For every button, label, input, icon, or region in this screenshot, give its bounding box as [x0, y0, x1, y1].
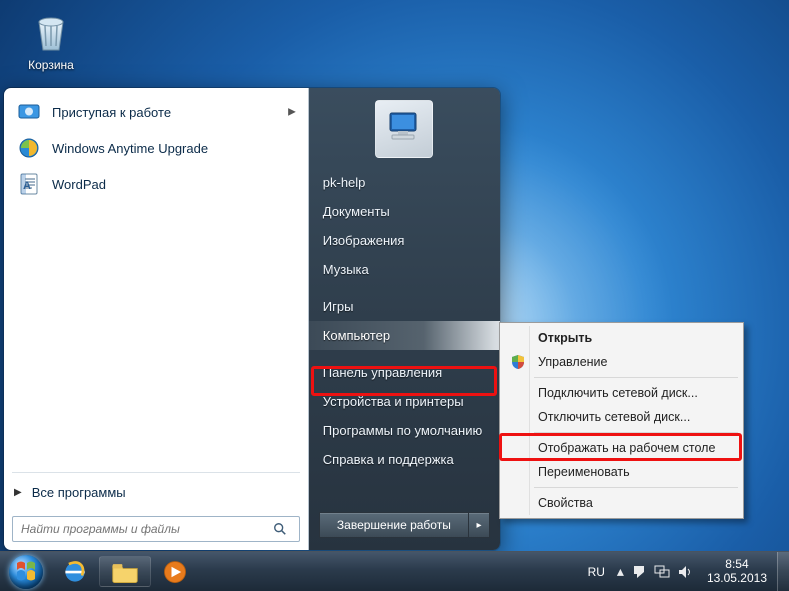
file-explorer-icon [111, 560, 139, 584]
volume-icon[interactable] [678, 565, 693, 579]
shutdown-split-button: Завершение работы ▸ [319, 512, 490, 538]
language-indicator[interactable]: RU [584, 565, 609, 579]
start-menu-item-getting-started[interactable]: Приступая к работе ▶ [8, 94, 304, 130]
right-item-devices-printers[interactable]: Устройства и принтеры [309, 387, 500, 416]
anytime-upgrade-icon [16, 135, 42, 161]
user-picture-frame[interactable] [375, 100, 433, 158]
start-menu-item-label: WordPad [52, 177, 106, 192]
start-menu-search [4, 508, 308, 550]
start-menu-item-label: Windows Anytime Upgrade [52, 141, 208, 156]
taskbar-button-explorer[interactable] [99, 556, 151, 587]
shutdown-button[interactable]: Завершение работы [319, 512, 468, 538]
start-menu: Приступая к работе ▶ Windows Anytime Upg… [3, 87, 501, 551]
start-menu-all-programs[interactable]: ▶ Все программы [4, 477, 308, 508]
internet-explorer-icon [61, 558, 89, 586]
ctx-item-manage[interactable]: Управление [504, 350, 740, 374]
all-programs-arrow-icon: ▶ [14, 487, 22, 498]
start-menu-right-pane: pk-help Документы Изображения Музыка Игр… [309, 88, 500, 550]
svg-text:A: A [23, 180, 31, 192]
right-item-control-panel[interactable]: Панель управления [309, 358, 500, 387]
search-icon[interactable] [273, 522, 299, 536]
clock-date: 13.05.2013 [707, 572, 767, 586]
start-menu-right-list: pk-help Документы Изображения Музыка Игр… [309, 168, 500, 506]
ctx-label: Управление [538, 355, 608, 369]
clock-time: 8:54 [707, 558, 767, 572]
media-player-icon [161, 558, 189, 586]
right-item-pictures[interactable]: Изображения [309, 226, 500, 255]
right-item-games[interactable]: Игры [309, 292, 500, 321]
start-menu-item-anytime-upgrade[interactable]: Windows Anytime Upgrade [8, 130, 304, 166]
search-input[interactable] [13, 522, 273, 536]
start-button[interactable] [0, 552, 52, 591]
tray-show-hidden-icon[interactable]: ▴ [617, 563, 624, 580]
ctx-label: Открыть [538, 331, 592, 345]
recycle-bin-icon [27, 8, 75, 56]
start-menu-program-list: Приступая к работе ▶ Windows Anytime Upg… [4, 88, 308, 468]
submenu-arrow-icon: ▶ [288, 107, 296, 118]
ctx-label: Переименовать [538, 465, 630, 479]
taskbar: RU ▴ 8:54 13.05.2013 [0, 551, 789, 591]
show-desktop-button[interactable] [777, 552, 789, 591]
ctx-label: Отображать на рабочем столе [538, 441, 715, 455]
right-item-documents[interactable]: Документы [309, 197, 500, 226]
action-center-icon[interactable] [632, 565, 646, 579]
computer-monitor-icon [382, 107, 426, 151]
windows-orb-icon [9, 555, 43, 589]
right-item-computer[interactable]: Компьютер [309, 321, 500, 350]
right-item-user[interactable]: pk-help [309, 168, 500, 197]
right-item-default-programs[interactable]: Программы по умолчанию [309, 416, 500, 445]
separator [534, 377, 738, 378]
ctx-item-open[interactable]: Открыть [504, 326, 740, 350]
network-icon[interactable] [654, 565, 670, 579]
system-tray: RU ▴ 8:54 13.05.2013 [574, 552, 777, 591]
separator [12, 472, 300, 473]
search-box[interactable] [12, 516, 300, 542]
recycle-bin-label: Корзина [14, 58, 88, 72]
all-programs-label: Все программы [32, 485, 126, 500]
wordpad-icon: A [16, 171, 42, 197]
start-menu-item-wordpad[interactable]: A WordPad [8, 166, 304, 202]
ctx-item-show-on-desktop[interactable]: Отображать на рабочем столе [504, 436, 740, 460]
getting-started-icon [16, 99, 42, 125]
ctx-label: Свойства [538, 496, 593, 510]
ctx-item-rename[interactable]: Переименовать [504, 460, 740, 484]
taskbar-clock[interactable]: 8:54 13.05.2013 [701, 558, 773, 586]
start-menu-left-pane: Приступая к работе ▶ Windows Anytime Upg… [4, 88, 309, 550]
ctx-item-properties[interactable]: Свойства [504, 491, 740, 515]
taskbar-button-ie[interactable] [53, 556, 97, 587]
start-menu-item-label: Приступая к работе [52, 105, 171, 120]
right-item-help[interactable]: Справка и поддержка [309, 445, 500, 474]
ctx-item-disconnect-drive[interactable]: Отключить сетевой диск... [504, 405, 740, 429]
right-item-music[interactable]: Музыка [309, 255, 500, 284]
separator [534, 487, 738, 488]
separator [534, 432, 738, 433]
ctx-label: Подключить сетевой диск... [538, 386, 698, 400]
taskbar-button-media-player[interactable] [153, 556, 197, 587]
ctx-label: Отключить сетевой диск... [538, 410, 690, 424]
context-menu: Открыть Управление Подключить сетевой ди… [499, 322, 744, 519]
shutdown-options-dropdown[interactable]: ▸ [468, 512, 490, 538]
shield-icon [510, 354, 526, 370]
desktop-icon-recycle-bin[interactable]: Корзина [14, 8, 88, 72]
ctx-item-map-drive[interactable]: Подключить сетевой диск... [504, 381, 740, 405]
